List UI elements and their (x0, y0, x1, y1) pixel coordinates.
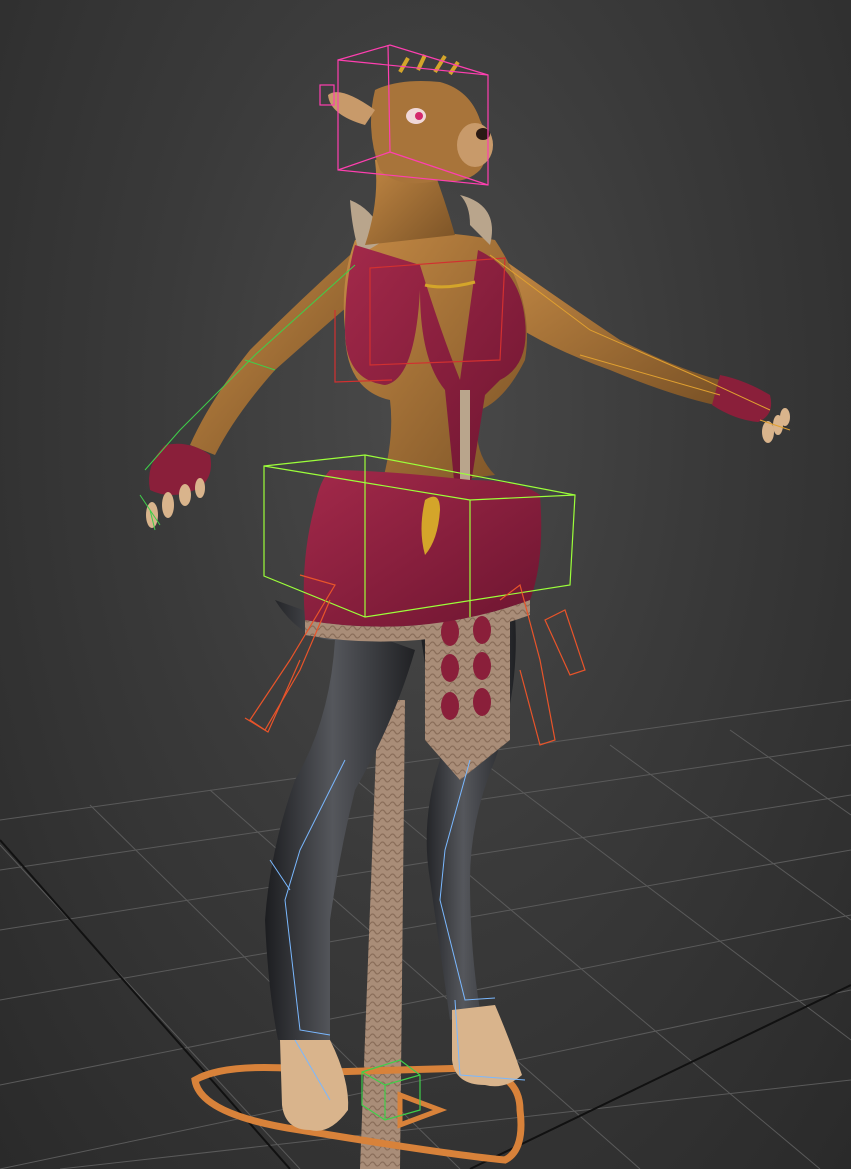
right-glove (712, 375, 772, 422)
ear (328, 92, 375, 125)
skirt (303, 470, 542, 627)
ground-grid (0, 699, 851, 1169)
right-hoof (452, 1005, 522, 1087)
left-arm (190, 255, 355, 455)
3d-viewport[interactable] (0, 0, 851, 1169)
tie-panel (425, 610, 510, 780)
left-hoof (280, 1040, 349, 1131)
viewport-scene (0, 44, 851, 1169)
grid-axis-line-2 (469, 984, 851, 1169)
pupil (415, 112, 423, 120)
